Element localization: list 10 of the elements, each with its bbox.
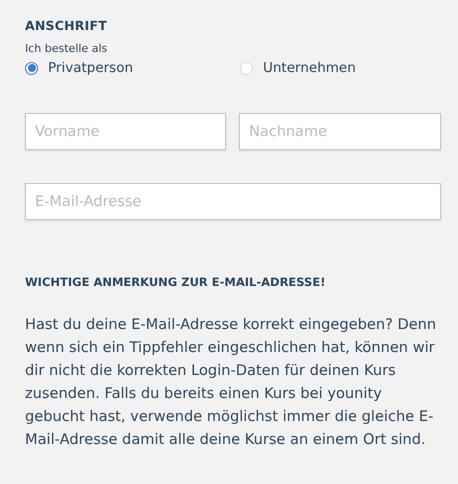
name-field[interactable]: Nachname <box>239 113 441 150</box>
email-field[interactable]: E-Mail-Adresse <box>25 183 441 220</box>
section-heading: ANSCHRIFT <box>25 18 108 33</box>
radio-option[interactable]: Unternehmen <box>240 60 356 76</box>
notice-paragraph: Hast du deine E-Mail-Adresse korrekt eingegeben? Denn wenn sich ein Tippfehler eingeschlichen hat, können wir dir nicht die korrekten Login-Daten für deinen Kurs zusenden. Falls du bereits einen Kurs bei younity gebucht hast, verwende möglichst immer die gleiche E-Mail-Adresse damit alle deine Kurse an einem Ort sind. <box>25 315 438 450</box>
radio-option[interactable]: Privatperson <box>25 60 134 76</box>
radio-icon[interactable] <box>25 62 38 74</box>
notice-heading: WICHTIGE ANMERKUNG ZUR E-MAIL-ADRESSE! <box>25 275 326 289</box>
name-field[interactable]: Vorname <box>25 113 226 150</box>
order-as-label: Ich bestelle als <box>25 42 108 55</box>
